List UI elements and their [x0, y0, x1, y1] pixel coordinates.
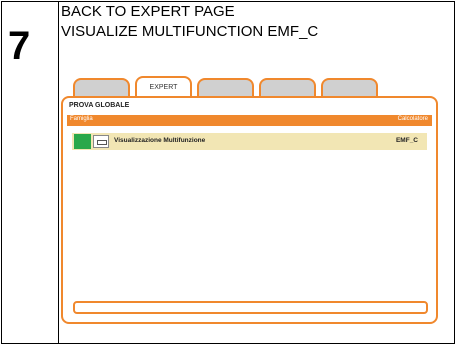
header-calcolatore: Calcolatore — [397, 116, 428, 122]
instruction-title-line2: VISUALIZE MULTIFUNCTION EMF_C — [61, 23, 319, 40]
tab-expert[interactable]: EXPERT — [135, 76, 192, 98]
status-indicator — [74, 134, 91, 149]
panel-title: PROVA GLOBALE — [69, 102, 130, 109]
multifunction-display-icon — [93, 135, 109, 148]
bottom-status-box — [73, 301, 428, 314]
row-label: Visualizzazione Multifunzione — [114, 137, 206, 144]
tab-5[interactable] — [321, 78, 378, 98]
tab-expert-label: EXPERT — [149, 84, 178, 91]
row-code: EMF_C — [395, 137, 418, 144]
table-row[interactable]: Visualizzazione Multifunzione EMF_C — [72, 133, 427, 150]
instruction-title-line1: BACK TO EXPERT PAGE — [61, 3, 235, 20]
step-number: 7 — [8, 24, 31, 68]
expert-panel: PROVA GLOBALE Famiglia Calcolatore Visua… — [61, 96, 438, 324]
header-famiglia: Famiglia — [70, 116, 93, 122]
tab-3[interactable] — [197, 78, 254, 98]
table-header: Famiglia Calcolatore — [67, 115, 432, 126]
tab-4[interactable] — [259, 78, 316, 98]
tab-1[interactable] — [73, 78, 130, 98]
step-column: 7 — [2, 2, 59, 343]
